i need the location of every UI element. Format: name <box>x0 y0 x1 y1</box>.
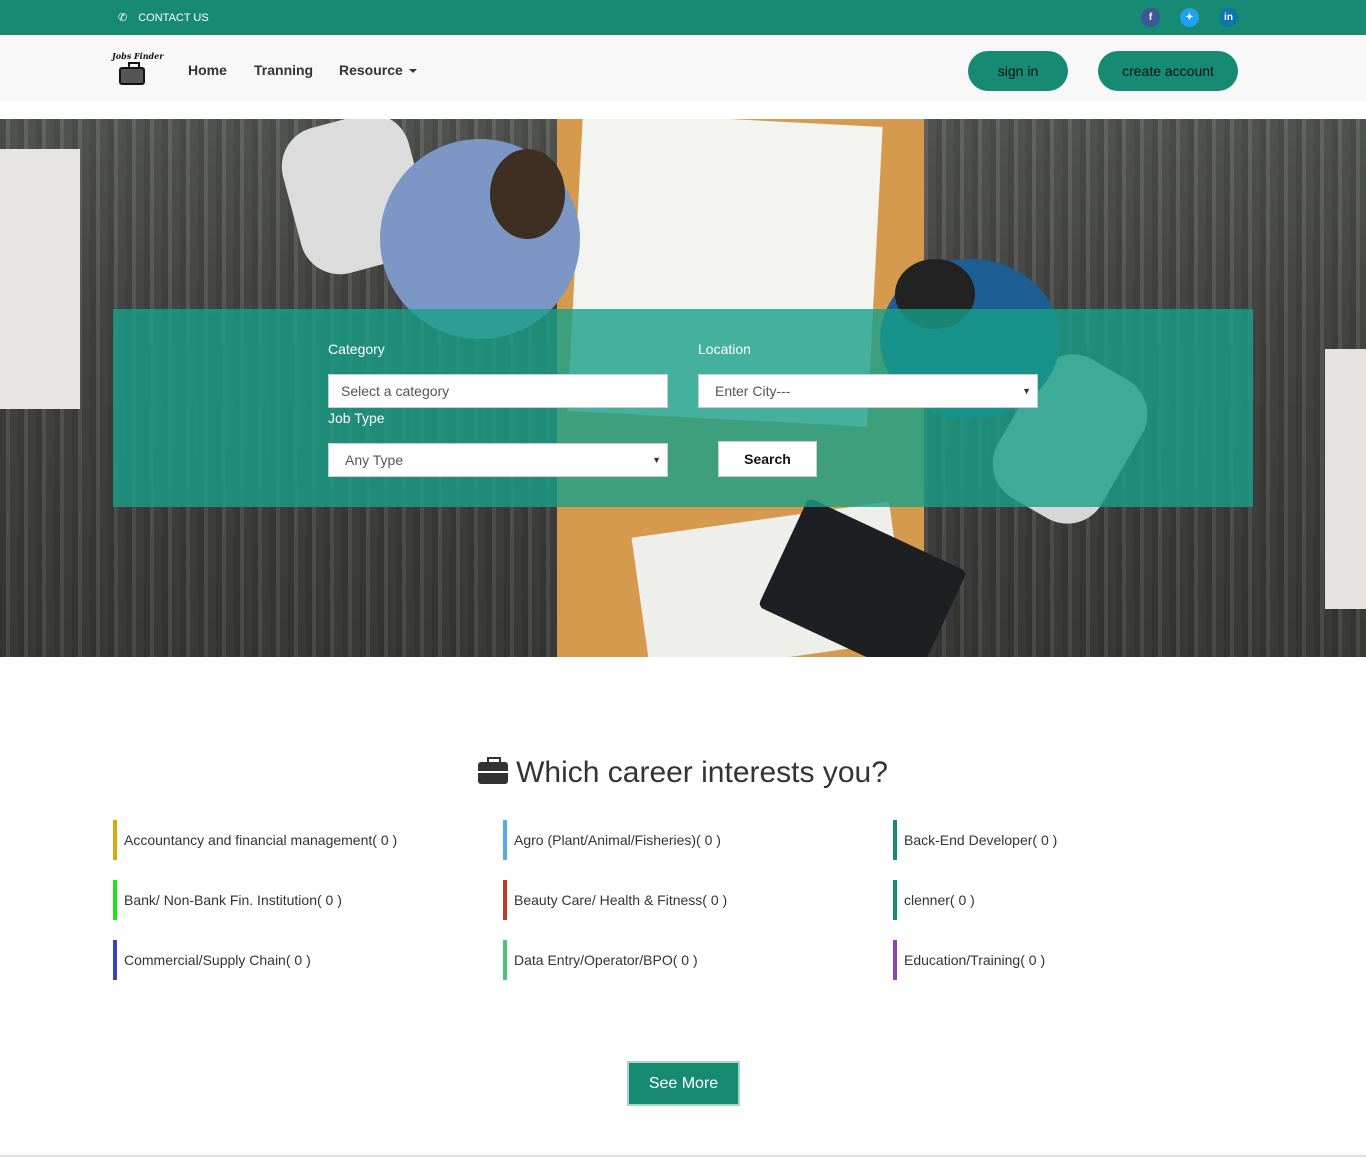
create-account-button[interactable]: create account <box>1098 51 1238 91</box>
category-item-label: Beauty Care/ Health & Fitness( 0 ) <box>514 892 728 908</box>
hero-photo-detail <box>0 149 80 409</box>
category-color-bar <box>503 880 507 920</box>
briefcase-icon <box>478 757 509 784</box>
category-item-label: Accountancy and financial management( 0 … <box>124 832 398 848</box>
contact-us-link[interactable]: ✆ CONTACT US <box>118 11 209 25</box>
category-item[interactable]: Bank/ Non-Bank Fin. Institution( 0 ) <box>113 880 342 920</box>
category-item-label: Education/Training( 0 ) <box>904 952 1046 968</box>
hero-photo-person <box>490 149 565 239</box>
category-color-bar <box>893 880 897 920</box>
category-placeholder: Select a category <box>341 383 450 399</box>
category-input[interactable]: Select a category <box>328 374 668 408</box>
nav-resource-dropdown[interactable]: Resource <box>339 62 417 78</box>
select-arrow-icon: ▼ <box>652 455 661 465</box>
career-title-text: Which career interests you? <box>516 756 888 789</box>
see-more-button[interactable]: See More <box>627 1061 740 1106</box>
linkedin-icon[interactable]: in <box>1219 8 1238 27</box>
category-item-label: clenner( 0 ) <box>904 892 975 908</box>
category-label: Category <box>328 341 385 357</box>
contact-us-label: CONTACT US <box>138 11 209 24</box>
logo-text: Jobs Finder <box>112 51 164 61</box>
sign-in-button[interactable]: sign in <box>968 51 1068 91</box>
job-type-select[interactable]: Any Type ▼ <box>328 443 668 477</box>
facebook-icon[interactable]: f <box>1141 8 1160 27</box>
location-select-value: Enter City--- <box>715 383 791 399</box>
nav-home[interactable]: Home <box>188 62 227 78</box>
nav-training[interactable]: Tranning <box>254 62 313 78</box>
category-item[interactable]: Back-End Developer( 0 ) <box>893 820 1057 860</box>
category-color-bar <box>503 820 507 860</box>
phone-icon: ✆ <box>118 12 128 24</box>
category-item[interactable]: clenner( 0 ) <box>893 880 975 920</box>
job-search-panel: Category Select a category Location Ente… <box>113 309 1253 507</box>
category-item[interactable]: Accountancy and financial management( 0 … <box>113 820 397 860</box>
briefcase-logo-icon <box>119 62 145 85</box>
location-select[interactable]: Enter City--- ▼ <box>698 374 1038 408</box>
category-color-bar <box>893 940 897 980</box>
category-color-bar <box>113 820 117 860</box>
search-button[interactable]: Search <box>718 441 817 477</box>
category-item[interactable]: Data Entry/Operator/BPO( 0 ) <box>503 940 698 980</box>
job-type-label: Job Type <box>328 410 385 426</box>
category-item[interactable]: Education/Training( 0 ) <box>893 940 1045 980</box>
category-item[interactable]: Commercial/Supply Chain( 0 ) <box>113 940 311 980</box>
nav-resource-label: Resource <box>339 62 403 78</box>
hero-banner: Category Select a category Location Ente… <box>0 119 1366 657</box>
category-item-label: Bank/ Non-Bank Fin. Institution( 0 ) <box>124 892 342 908</box>
top-bar: ✆ CONTACT US f ✦ in <box>0 0 1366 35</box>
category-item-label: Data Entry/Operator/BPO( 0 ) <box>514 952 698 968</box>
career-section-title: Which career interests you? <box>0 756 1366 790</box>
category-item[interactable]: Beauty Care/ Health & Fitness( 0 ) <box>503 880 727 920</box>
category-item[interactable]: Agro (Plant/Animal/Fisheries)( 0 ) <box>503 820 721 860</box>
twitter-icon[interactable]: ✦ <box>1180 8 1199 27</box>
category-item-label: Back-End Developer( 0 ) <box>904 832 1058 848</box>
site-logo[interactable]: Jobs Finder <box>112 51 164 89</box>
select-arrow-icon: ▼ <box>1022 386 1031 396</box>
category-color-bar <box>503 940 507 980</box>
category-item-label: Agro (Plant/Animal/Fisheries)( 0 ) <box>514 832 721 848</box>
hero-photo-detail <box>1325 349 1366 609</box>
category-color-bar <box>893 820 897 860</box>
category-item-label: Commercial/Supply Chain( 0 ) <box>124 952 311 968</box>
category-color-bar <box>113 880 117 920</box>
location-label: Location <box>698 341 751 357</box>
main-navbar: Jobs Finder Home Tranning Resource sign … <box>0 35 1366 102</box>
caret-down-icon <box>408 69 417 74</box>
category-color-bar <box>113 940 117 980</box>
job-type-select-value: Any Type <box>345 452 404 468</box>
